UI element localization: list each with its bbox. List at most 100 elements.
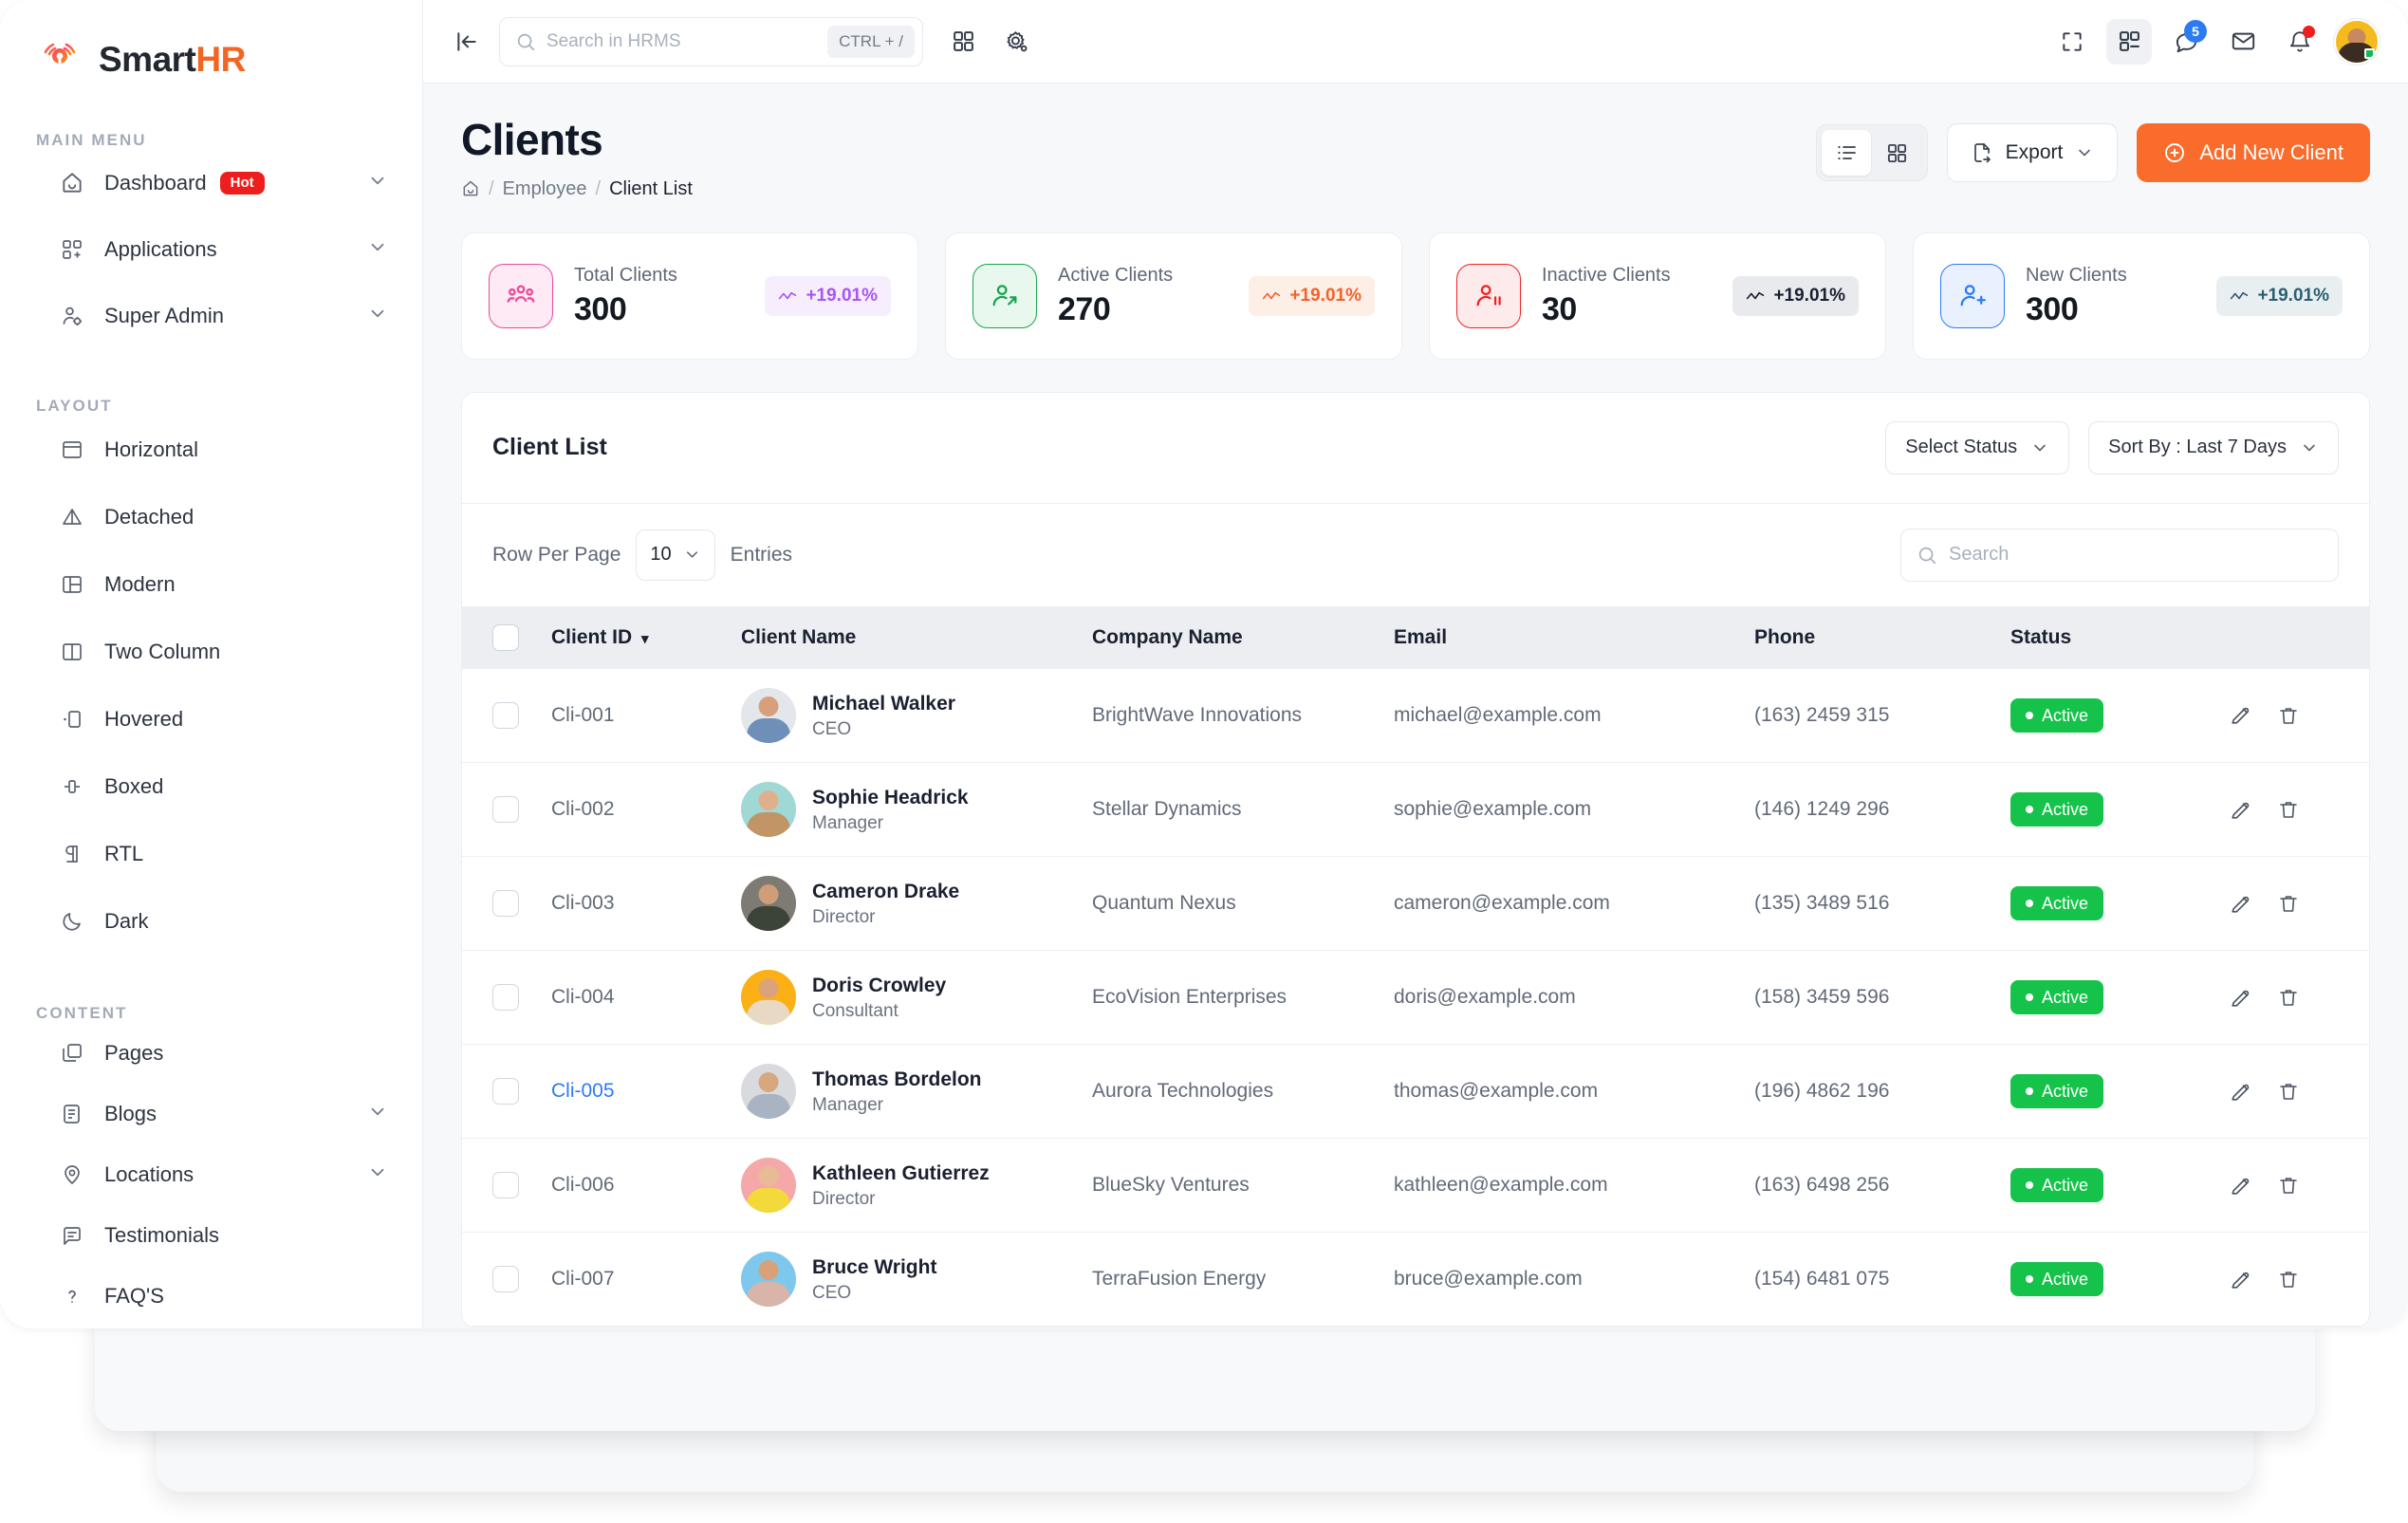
trash-delete-icon[interactable] [2277,892,2300,915]
stat-value: 300 [574,290,627,327]
avatar [741,782,796,838]
sidebar-item-label: Dashboard [104,171,207,195]
row-per-page-select[interactable]: 10 [636,529,715,581]
breadcrumb-employee[interactable]: Employee [503,178,587,200]
cell-client-id[interactable]: Cli-004 [542,950,732,1046]
cell-client-id[interactable]: Cli-001 [542,668,732,764]
breadcrumb-separator: / [489,177,494,199]
trash-delete-icon[interactable] [2277,1174,2300,1197]
cell-client-id[interactable]: Cli-003 [542,856,732,952]
chevron-down-icon[interactable] [367,304,388,329]
client-name[interactable]: Doris Crowley [812,973,946,998]
client-name[interactable]: Thomas Bordelon [812,1067,982,1092]
column-header-email[interactable]: Email [1384,605,1745,669]
sidebar-item-testimonials[interactable]: Testimonials [0,1205,422,1266]
cell-client-id[interactable]: Cli-005 [542,1044,732,1140]
client-name[interactable]: Kathleen Gutierrez [812,1161,990,1186]
edit-pencil-icon[interactable] [2229,798,2252,822]
chevron-down-icon[interactable] [367,237,388,263]
table-row[interactable]: Cli-002 Sophie Headrick Manager Stellar … [462,762,2369,858]
edit-pencil-icon[interactable] [2229,892,2252,916]
list-view-icon[interactable] [1821,130,1871,176]
row-checkbox[interactable] [492,984,519,1012]
table-row[interactable]: Cli-006 Kathleen Gutierrez Director Blue… [462,1138,2369,1234]
sidebar-item-pages[interactable]: Pages [0,1023,422,1084]
sidebar-collapse-icon[interactable] [448,23,486,61]
client-name[interactable]: Cameron Drake [812,879,959,904]
table-row[interactable]: Cli-003 Cameron Drake Director Quantum N… [462,856,2369,952]
sidebar-item-modern[interactable]: Modern [0,550,422,618]
sidebar-item-locations[interactable]: Locations [0,1144,422,1205]
sidebar-item-blogs[interactable]: Blogs [0,1084,422,1144]
sidebar-item-two-column[interactable]: Two Column [0,618,422,685]
mail-envelope-icon[interactable] [2220,19,2266,65]
fullscreen-icon[interactable] [2049,19,2095,65]
topbar: CTRL + / 5 [423,0,2408,84]
table-search-input[interactable] [1949,544,2323,566]
column-header-status[interactable]: Status [2001,605,2219,669]
column-header-company-name[interactable]: Company Name [1083,605,1384,669]
global-search[interactable]: CTRL + / [499,16,923,66]
layout-two-column-icon [59,639,85,665]
brand-logo-area[interactable]: SmartHR [0,0,422,91]
trash-delete-icon[interactable] [2277,704,2300,727]
trash-delete-icon[interactable] [2277,1268,2300,1291]
bell-notification-icon[interactable] [2277,19,2323,65]
table-row[interactable]: Cli-001 Michael Walker CEO BrightWave In… [462,668,2369,764]
edit-pencil-icon[interactable] [2229,1080,2252,1104]
trash-delete-icon[interactable] [2277,798,2300,821]
chevron-down-icon[interactable] [367,1162,388,1188]
row-checkbox[interactable] [492,1078,519,1105]
grid-view-icon[interactable] [1873,130,1922,176]
client-name[interactable]: Sophie Headrick [812,785,969,810]
sidebar-item-detached[interactable]: Detached [0,483,422,550]
edit-pencil-icon[interactable] [2229,703,2252,727]
profile-avatar[interactable] [2334,18,2380,65]
chat-icon[interactable]: 5 [2163,19,2209,65]
apps-dashboard-icon[interactable] [2106,18,2152,65]
column-header-client-id[interactable]: Client ID ▾ [542,605,732,669]
table-row[interactable]: Cli-005 Thomas Bordelon Manager Aurora T… [462,1044,2369,1140]
column-header-phone[interactable]: Phone [1745,605,2001,669]
cell-client-id[interactable]: Cli-002 [542,762,732,858]
column-header-client-name[interactable]: Client Name [732,605,1083,669]
row-checkbox[interactable] [492,701,519,729]
table-row[interactable]: Cli-007 Bruce Wright CEO TerraFusion Ene… [462,1232,2369,1328]
row-checkbox[interactable] [492,1266,519,1293]
export-button[interactable]: Export [1946,123,2119,182]
apps-grid-icon[interactable] [940,19,986,65]
chevron-down-icon[interactable] [367,1102,388,1127]
sidebar-item-super-admin[interactable]: Super Admin [0,283,422,349]
client-name[interactable]: Michael Walker [812,691,955,716]
sort-by-dropdown[interactable]: Sort By : Last 7 Days [2088,420,2339,474]
edit-pencil-icon[interactable] [2229,1268,2252,1291]
chevron-down-icon[interactable] [367,171,388,196]
sidebar-item-dark[interactable]: Dark [0,887,422,955]
table-row[interactable]: Cli-004 Doris Crowley Consultant EcoVisi… [462,950,2369,1046]
row-checkbox[interactable] [492,890,519,918]
sidebar-item-boxed[interactable]: Boxed [0,752,422,820]
add-new-client-button[interactable]: Add New Client [2137,123,2370,182]
search-input[interactable] [546,30,828,52]
trash-delete-icon[interactable] [2277,986,2300,1009]
trash-delete-icon[interactable] [2277,1080,2300,1103]
sidebar-item-hovered[interactable]: Hovered [0,685,422,752]
home-icon[interactable] [461,179,480,198]
client-name[interactable]: Bruce Wright [812,1254,936,1280]
sidebar-item-horizontal[interactable]: Horizontal [0,416,422,483]
row-checkbox[interactable] [492,1172,519,1199]
home-icon [59,170,85,196]
cell-client-id[interactable]: Cli-006 [542,1138,732,1234]
cell-client-id[interactable]: Cli-007 [542,1232,732,1328]
sidebar-item-rtl[interactable]: RTL [0,820,422,887]
sidebar-item-faqs[interactable]: FAQ'S [0,1266,422,1327]
table-search[interactable] [1900,528,2339,582]
sidebar-item-dashboard[interactable]: Dashboard Hot [0,150,422,216]
select-status-dropdown[interactable]: Select Status [1885,420,2070,474]
sidebar-item-applications[interactable]: Applications [0,216,422,283]
edit-pencil-icon[interactable] [2229,986,2252,1010]
settings-gear-icon[interactable] [993,19,1039,65]
row-checkbox[interactable] [492,796,519,824]
select-all-checkbox[interactable] [492,623,519,651]
edit-pencil-icon[interactable] [2229,1174,2252,1198]
